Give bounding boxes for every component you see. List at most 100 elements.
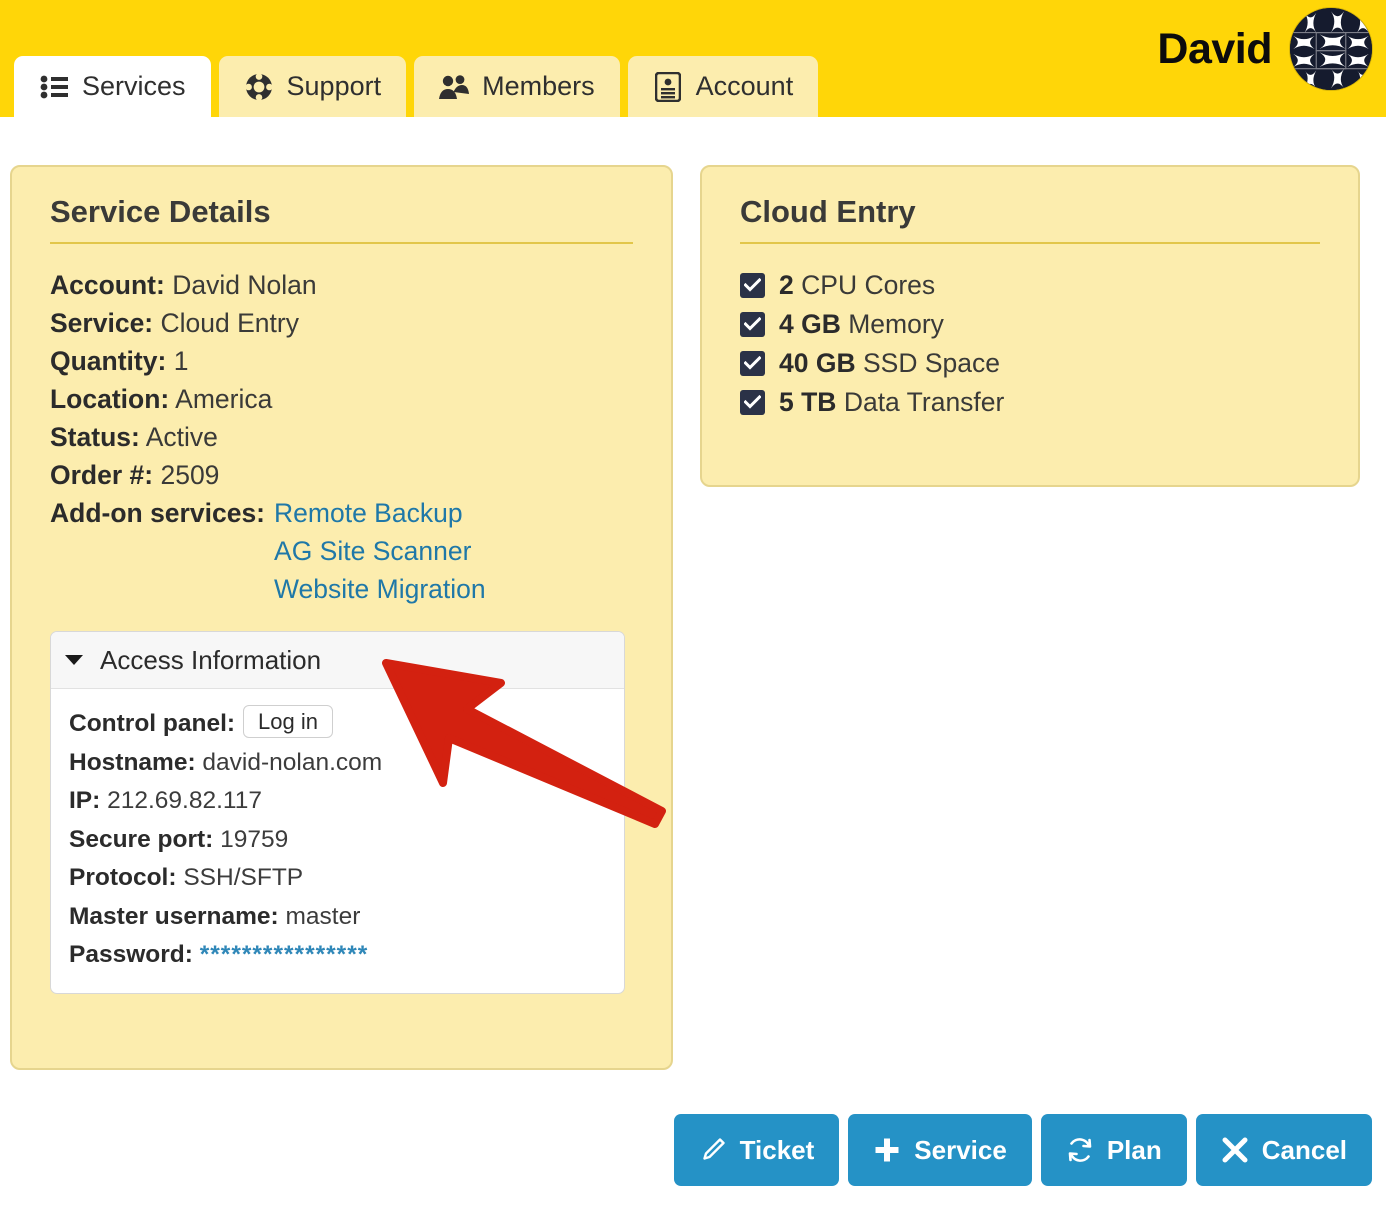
spec-item-data-transfer: 5 TB Data Transfer bbox=[740, 383, 1320, 421]
service-button[interactable]: Service bbox=[848, 1114, 1032, 1186]
tab-services[interactable]: Services bbox=[14, 56, 211, 117]
spec-text: 4 GB Memory bbox=[779, 305, 944, 343]
detail-value: America bbox=[175, 384, 273, 414]
addon-link-website-migration[interactable]: Website Migration bbox=[274, 570, 486, 608]
cloud-entry-body: 2 CPU Cores 4 GB Memory 40 GB SSD Space … bbox=[702, 244, 1358, 421]
detail-row-quantity: Quantity: 1 bbox=[50, 342, 633, 380]
ticket-button[interactable]: Ticket bbox=[673, 1114, 840, 1186]
main-content: Service Details Account: David Nolan Ser… bbox=[0, 117, 1386, 1210]
spec-text: 40 GB SSD Space bbox=[779, 344, 1000, 382]
access-row-control-panel: Control panel: Log in bbox=[69, 705, 624, 744]
tab-members[interactable]: Members bbox=[414, 56, 620, 117]
detail-label: Account: bbox=[50, 270, 165, 300]
spec-amount: 40 GB bbox=[779, 348, 856, 378]
spec-name: Memory bbox=[848, 309, 944, 339]
access-label: Protocol: bbox=[69, 864, 177, 891]
access-value: 19759 bbox=[220, 825, 289, 853]
control-panel-label: Control panel: bbox=[69, 710, 236, 737]
access-information-box: Access Information Control panel: Log in … bbox=[50, 631, 625, 994]
checkbox-checked-icon bbox=[740, 389, 765, 415]
tab-support[interactable]: Support bbox=[218, 56, 407, 117]
spec-item-cpu: 2 CPU Cores bbox=[740, 266, 1320, 304]
plan-button[interactable]: Plan bbox=[1040, 1114, 1187, 1186]
action-button-bar: Ticket Service Plan Cancel bbox=[673, 1114, 1372, 1186]
avatar[interactable] bbox=[1290, 8, 1372, 90]
cloud-entry-panel: Cloud Entry 2 CPU Cores 4 GB Memory 40 G… bbox=[700, 165, 1360, 487]
checkbox-checked-icon bbox=[740, 311, 765, 337]
checkbox-checked-icon bbox=[740, 350, 765, 376]
list-icon bbox=[39, 72, 69, 102]
service-details-body: Account: David Nolan Service: Cloud Entr… bbox=[12, 244, 671, 994]
spec-name: SSD Space bbox=[862, 348, 1000, 378]
addon-link-remote-backup[interactable]: Remote Backup bbox=[274, 494, 486, 532]
access-information-title: Access Information bbox=[100, 644, 322, 675]
spec-name: CPU Cores bbox=[801, 270, 936, 300]
access-information-header[interactable]: Access Information bbox=[51, 632, 624, 689]
spec-text: 2 CPU Cores bbox=[779, 266, 935, 304]
service-details-title: Service Details bbox=[50, 194, 271, 229]
people-icon bbox=[439, 72, 470, 102]
addon-link-ag-site-scanner[interactable]: AG Site Scanner bbox=[274, 532, 486, 570]
tab-account[interactable]: Account bbox=[627, 56, 819, 117]
access-value: david-nolan.com bbox=[202, 748, 383, 776]
detail-label: Order #: bbox=[50, 460, 154, 490]
tab-services-label: Services bbox=[82, 71, 186, 101]
spec-name: Data Transfer bbox=[843, 387, 1005, 417]
plus-icon bbox=[873, 1136, 901, 1164]
spec-amount: 2 bbox=[779, 270, 794, 300]
access-row-protocol: Protocol: SSH/SFTP bbox=[69, 859, 624, 898]
detail-row-status: Status: Active bbox=[50, 418, 633, 456]
detail-label: Status: bbox=[50, 422, 140, 452]
cancel-button[interactable]: Cancel bbox=[1195, 1114, 1372, 1186]
addons-label: Add-on services: bbox=[50, 498, 266, 528]
spec-text: 5 TB Data Transfer bbox=[779, 383, 1004, 421]
cloud-entry-title: Cloud Entry bbox=[740, 194, 916, 229]
detail-row-location: Location: America bbox=[50, 380, 633, 418]
detail-value: David Nolan bbox=[172, 270, 317, 300]
detail-row-order: Order #: 2509 bbox=[50, 456, 633, 494]
service-details-panel: Service Details Account: David Nolan Ser… bbox=[10, 165, 673, 1070]
access-label: Master username: bbox=[69, 902, 279, 930]
access-label: Secure port: bbox=[69, 825, 214, 853]
spec-amount: 5 TB bbox=[779, 387, 837, 417]
detail-value: 1 bbox=[173, 346, 189, 376]
refresh-icon bbox=[1066, 1136, 1094, 1164]
detail-row-service: Service: Cloud Entry bbox=[50, 304, 633, 342]
access-value: 212.69.82.117 bbox=[107, 787, 262, 814]
access-row-master-username: Master username: master bbox=[69, 898, 624, 937]
detail-value: Cloud Entry bbox=[160, 308, 299, 338]
pencil-icon bbox=[699, 1136, 727, 1164]
detail-label: Location: bbox=[50, 384, 170, 414]
detail-label: Quantity: bbox=[50, 346, 167, 376]
tab-members-label: Members bbox=[482, 71, 595, 101]
tab-support-label: Support bbox=[286, 71, 382, 101]
tab-account-label: Account bbox=[695, 71, 794, 101]
tab-bar: Services Support Members Account bbox=[14, 56, 819, 117]
detail-value: Active bbox=[145, 422, 218, 452]
service-button-label: Service bbox=[914, 1134, 1007, 1165]
access-information-body: Control panel: Log in Hostname: david-nol… bbox=[51, 689, 624, 993]
login-button[interactable]: Log in bbox=[243, 705, 333, 739]
ticket-button-label: Ticket bbox=[739, 1134, 815, 1165]
access-row-secure-port: Secure port: 19759 bbox=[69, 821, 624, 860]
identicon-avatar-icon bbox=[1290, 8, 1372, 90]
app-header: David Services Support Members Account bbox=[0, 0, 1386, 117]
spec-amount: 4 GB bbox=[779, 309, 841, 339]
user-area: David bbox=[1157, 8, 1372, 90]
id-card-icon bbox=[653, 71, 683, 102]
access-row-ip: IP: 212.69.82.117 bbox=[69, 782, 624, 821]
access-row-password: Password: **************** bbox=[69, 936, 624, 975]
user-name: David bbox=[1157, 24, 1272, 73]
caret-down-icon[interactable] bbox=[65, 655, 83, 665]
cancel-button-label: Cancel bbox=[1261, 1134, 1347, 1165]
close-x-icon bbox=[1221, 1136, 1249, 1164]
spec-item-ssd: 40 GB SSD Space bbox=[740, 344, 1320, 382]
spec-item-memory: 4 GB Memory bbox=[740, 305, 1320, 343]
addons-link-list: Remote Backup AG Site Scanner Website Mi… bbox=[274, 494, 486, 608]
access-row-hostname: Hostname: david-nolan.com bbox=[69, 744, 624, 783]
detail-label: Service: bbox=[50, 308, 154, 338]
password-masked-value: **************** bbox=[199, 941, 369, 968]
detail-row-account: Account: David Nolan bbox=[50, 266, 633, 304]
access-value: SSH/SFTP bbox=[183, 864, 304, 891]
lifering-icon bbox=[244, 72, 274, 102]
